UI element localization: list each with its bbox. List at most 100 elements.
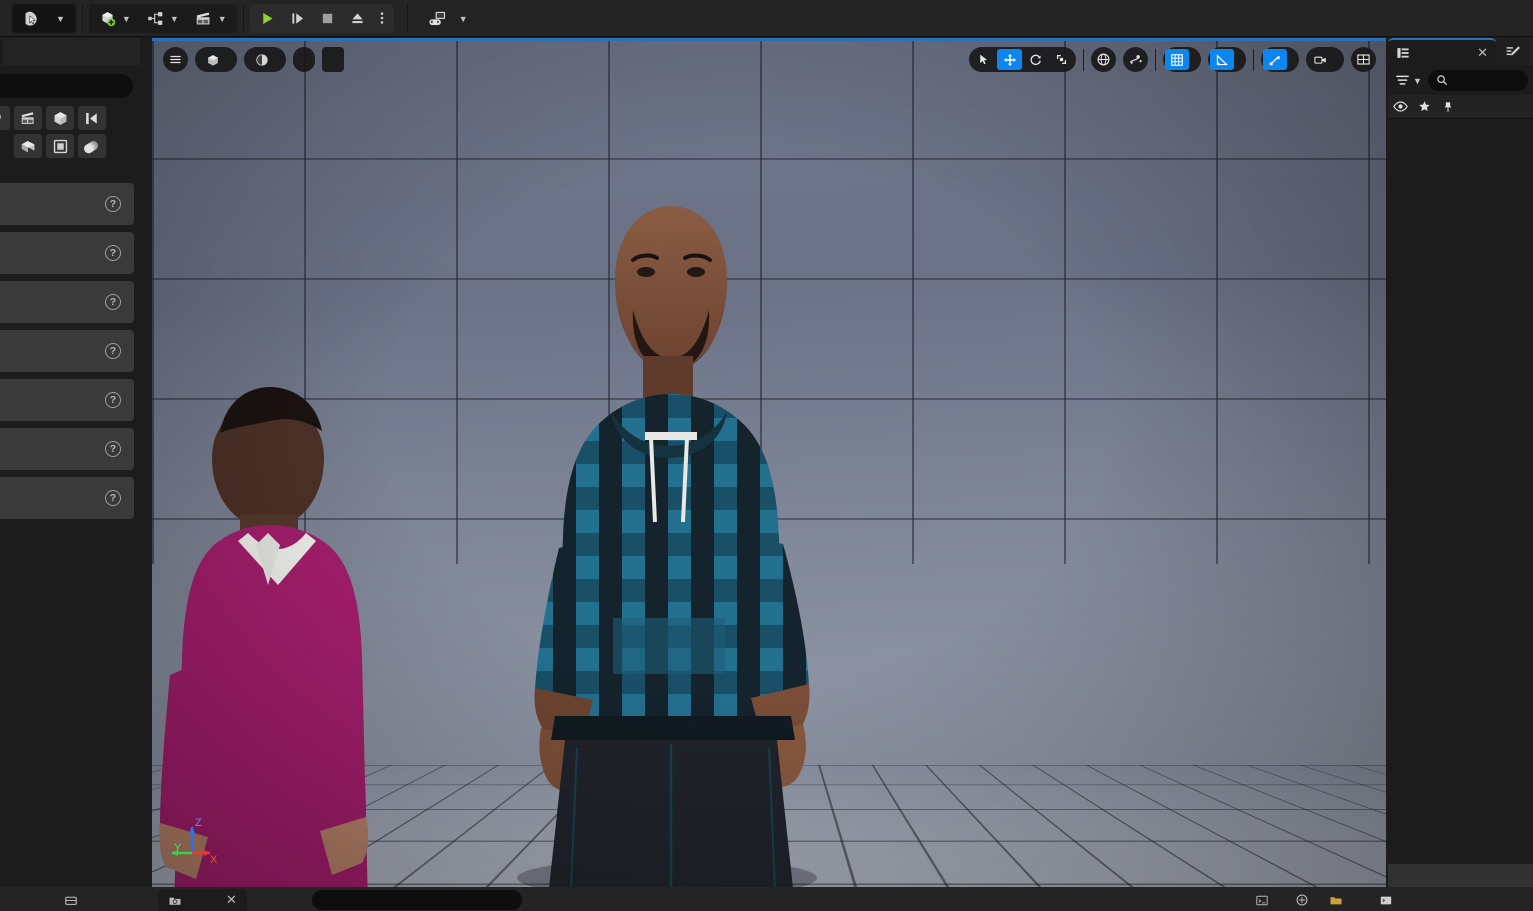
- place-actor-actor[interactable]: ?: [0, 183, 134, 225]
- viewport-toolbar-divider: [1155, 49, 1156, 71]
- outliner-column-header: [1388, 95, 1533, 119]
- category-basic[interactable]: [46, 134, 74, 158]
- place-actor-character[interactable]: ?: [0, 232, 134, 274]
- stop-button[interactable]: [313, 6, 343, 31]
- main-toolbar: ▼ ▼ ▼ ▼ ▼: [0, 0, 1533, 37]
- place-actor-trigger-box[interactable]: ?: [0, 428, 134, 470]
- place-actors-categories: [0, 106, 134, 158]
- platforms-button[interactable]: ▼: [420, 5, 476, 32]
- kebab-menu-icon: [374, 10, 390, 26]
- grid-snap-toggle[interactable]: [1165, 49, 1189, 70]
- select-tool-button[interactable]: [971, 49, 996, 70]
- tab-place-actors[interactable]: ✕: [0, 38, 3, 65]
- derived-data-button[interactable]: [1321, 889, 1351, 911]
- place-actor-pawn[interactable]: ?: [0, 281, 134, 323]
- search-classes-input[interactable]: [0, 74, 133, 98]
- bottom-bar: ✕: [0, 887, 1533, 911]
- source-control-button[interactable]: [1287, 889, 1317, 911]
- scale-tool-button[interactable]: [1049, 49, 1074, 70]
- basic-shapes-icon: [52, 138, 69, 155]
- coordinate-system-button[interactable]: [1091, 47, 1116, 72]
- place-actors-list: ? ? ? ? ? ? ?: [0, 183, 134, 519]
- category-shapes[interactable]: [46, 106, 74, 130]
- axis-gizmo: Z X Y: [166, 815, 226, 865]
- help-icon[interactable]: ?: [105, 245, 121, 261]
- play-options-button[interactable]: [373, 6, 391, 31]
- viewport-toolbar-divider: [1083, 49, 1084, 71]
- view-mode-button[interactable]: [244, 47, 286, 72]
- column-visibility[interactable]: [1388, 101, 1412, 112]
- add-button[interactable]: ▼: [91, 5, 139, 32]
- visual-effects-icon: [84, 110, 101, 127]
- help-icon[interactable]: ?: [105, 441, 121, 457]
- tab-outliner[interactable]: ✕: [1388, 38, 1496, 65]
- chevron-down-icon: ▼: [1413, 76, 1422, 86]
- viewport-active-accent: [152, 38, 1386, 41]
- scale-snap-toggle[interactable]: [1263, 49, 1287, 70]
- eject-icon: [349, 10, 366, 27]
- cinematics-button[interactable]: ▼: [187, 5, 235, 32]
- help-icon[interactable]: ?: [105, 294, 121, 310]
- blueprints-button[interactable]: ▼: [139, 5, 187, 32]
- content-drawer-button[interactable]: [56, 889, 86, 911]
- output-log-button[interactable]: [1247, 889, 1277, 911]
- show-menu-button[interactable]: [293, 47, 315, 72]
- help-icon[interactable]: ?: [105, 343, 121, 359]
- category-layers[interactable]: [78, 134, 106, 158]
- level-viewport[interactable]: Z X Y: [152, 38, 1386, 887]
- help-icon[interactable]: ?: [105, 490, 121, 506]
- scalability-warning[interactable]: [322, 47, 344, 72]
- pin-icon: [1442, 100, 1454, 114]
- viewport-menu-button[interactable]: [163, 47, 188, 72]
- scale-snap-group: [1261, 47, 1299, 72]
- scale-icon: [1055, 53, 1068, 66]
- folder-icon: [1329, 894, 1343, 907]
- outliner-filter-button[interactable]: ▼: [1393, 73, 1424, 88]
- viewport-layouts-button[interactable]: [1351, 47, 1376, 72]
- selection-mode-button[interactable]: ▼: [12, 4, 76, 33]
- camera-mode-button[interactable]: [195, 47, 237, 72]
- camera-icon: [1313, 53, 1328, 67]
- content-browser-search[interactable]: [312, 890, 522, 910]
- play-button[interactable]: [253, 6, 283, 31]
- layouts-icon: [1356, 52, 1371, 67]
- move-tool-button[interactable]: [997, 49, 1022, 70]
- outliner-search-input[interactable]: [1428, 70, 1528, 91]
- category-visual-effects[interactable]: [78, 106, 106, 130]
- place-actor-trigger-sphere[interactable]: ?: [0, 477, 134, 519]
- output-log-icon: [1255, 894, 1269, 907]
- place-actor-point-light[interactable]: ?: [0, 330, 134, 372]
- surface-snapping-button[interactable]: [1123, 47, 1148, 72]
- category-cinematic[interactable]: [14, 106, 42, 130]
- help-icon[interactable]: ?: [105, 196, 121, 212]
- help-icon[interactable]: ?: [105, 392, 121, 408]
- toolbar-divider: [407, 5, 408, 31]
- category-lights[interactable]: [0, 106, 10, 130]
- outliner-panel: ✕ ▼: [1388, 38, 1533, 887]
- column-favorite[interactable]: [1412, 100, 1436, 113]
- viewport-toolbar-left: [163, 47, 344, 72]
- tab-details[interactable]: [1496, 38, 1530, 65]
- eject-button[interactable]: [343, 6, 373, 31]
- place-actor-player-start[interactable]: ?: [0, 379, 134, 421]
- viewport-toolbar-right: [969, 47, 1376, 72]
- skip-button[interactable]: [283, 6, 313, 31]
- cinematics-icon: [195, 10, 212, 27]
- close-icon[interactable]: ✕: [1477, 45, 1488, 61]
- category-geometry[interactable]: [14, 134, 42, 158]
- selection-mode-icon: [23, 10, 40, 27]
- cmd-console-icon-button[interactable]: [1371, 889, 1401, 911]
- unreal-editor-window: ▼ ▼ ▼ ▼ ▼ ? ? ? ? ? ? ? Z X Y ✕ ▼ ✕: [0, 0, 1533, 911]
- rotate-tool-button[interactable]: [1023, 49, 1048, 70]
- tab-content-browser[interactable]: ✕: [158, 889, 247, 911]
- filter-icon: [1395, 73, 1410, 88]
- angle-snap-toggle[interactable]: [1210, 49, 1234, 70]
- rotate-icon: [1029, 53, 1043, 67]
- place-actors-panel: ✕: [0, 38, 140, 883]
- chevron-down-icon: ▼: [459, 14, 468, 24]
- viewport-render[interactable]: Z X Y: [152, 38, 1386, 887]
- outliner-tree[interactable]: [1388, 119, 1533, 863]
- camera-speed-button[interactable]: [1308, 49, 1332, 70]
- close-icon[interactable]: ✕: [226, 892, 237, 908]
- column-pin[interactable]: [1436, 100, 1460, 114]
